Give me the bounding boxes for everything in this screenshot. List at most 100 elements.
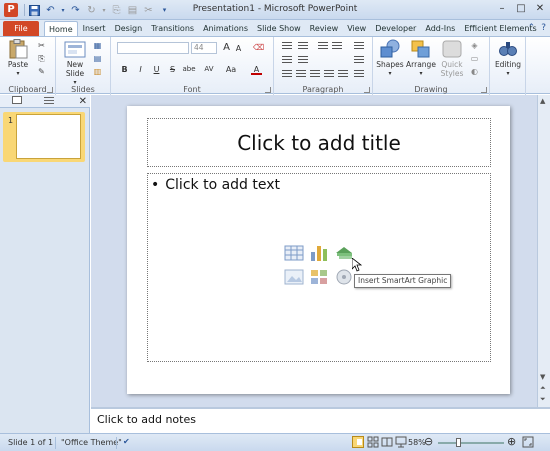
character-spacing-button[interactable]: AV	[201, 64, 217, 75]
insert-media-icon[interactable]	[334, 268, 354, 286]
shape-outline-button[interactable]: ▭	[469, 54, 480, 64]
font-size-dropdown[interactable]: 44	[191, 42, 217, 54]
zoom-in-icon[interactable]: ⊕	[507, 435, 516, 448]
tab-design[interactable]: Design	[111, 21, 147, 36]
underline-button[interactable]: U	[151, 64, 162, 75]
tab-insert[interactable]: Insert	[79, 21, 110, 36]
editing-button[interactable]: Editing ▾	[492, 39, 524, 78]
insert-chart-icon[interactable]	[309, 244, 329, 262]
columns-button[interactable]	[336, 69, 350, 80]
notes-placeholder[interactable]: Click to add notes	[97, 413, 196, 426]
change-case-button[interactable]: Aa	[223, 64, 239, 75]
ribbon: Paste ▾ ✂ ⎘ ✎ Clipboard New Slide ▾ ▦ ▤ …	[0, 36, 550, 95]
clear-formatting-button[interactable]: ⌫	[253, 42, 264, 53]
arrange-icon	[409, 39, 433, 59]
minimize-button[interactable]: –	[495, 2, 509, 15]
font-dialog-launcher[interactable]	[265, 87, 271, 93]
close-button[interactable]: ✕	[533, 2, 547, 15]
tab-home[interactable]: Home	[44, 21, 78, 36]
increase-indent-button[interactable]	[330, 41, 344, 52]
tab-add-ins[interactable]: Add-Ins	[421, 21, 459, 36]
copy-button[interactable]: ⎘	[36, 54, 47, 64]
shape-fill-button[interactable]: ◈	[469, 41, 480, 51]
notes-pane[interactable]: Click to add notes	[91, 407, 550, 433]
shapes-icon	[378, 39, 402, 59]
tab-view[interactable]: View	[343, 21, 370, 36]
shape-effects-button[interactable]: ◐	[469, 67, 480, 77]
minimize-ribbon-icon[interactable]: ⌃	[528, 23, 536, 33]
bold-button[interactable]: B	[119, 64, 130, 75]
insert-picture-icon[interactable]	[284, 268, 304, 286]
close-pane-icon[interactable]: ✕	[79, 95, 87, 108]
slide-canvas[interactable]: Click to add title • Click to add text I…	[127, 106, 510, 394]
italic-button[interactable]: I	[135, 64, 146, 75]
align-left-button[interactable]	[280, 69, 294, 80]
spelling-check-icon[interactable]: ✔	[123, 437, 130, 446]
fit-slide-to-window-icon[interactable]	[522, 436, 534, 450]
paste-button[interactable]: Paste ▾	[4, 39, 32, 78]
line-spacing-button[interactable]	[352, 41, 366, 52]
align-right-button[interactable]	[308, 69, 322, 80]
title-placeholder[interactable]: Click to add title	[147, 118, 491, 167]
shrink-font-button[interactable]: A	[233, 43, 244, 54]
text-columns-button[interactable]	[296, 55, 310, 66]
drawing-dialog-launcher[interactable]	[481, 87, 487, 93]
maximize-button[interactable]: □	[514, 2, 528, 15]
insert-table-icon[interactable]	[284, 244, 304, 262]
numbering-button[interactable]	[296, 41, 310, 52]
scroll-up-arrow-icon[interactable]: ▲	[540, 97, 545, 105]
section-button[interactable]: ▥	[92, 67, 103, 77]
arrange-button[interactable]: Arrange ▾	[405, 39, 437, 78]
normal-view-icon[interactable]	[352, 436, 364, 450]
shadow-button[interactable]: abe	[181, 64, 197, 75]
strikethrough-button[interactable]: S	[167, 64, 178, 75]
cut-button[interactable]: ✂	[36, 41, 47, 51]
quick-styles-button[interactable]: Quick Styles	[437, 39, 467, 78]
font-name-dropdown[interactable]	[117, 42, 189, 54]
paragraph-dialog-launcher[interactable]	[364, 87, 370, 93]
vertical-scrollbar[interactable]: ▲ ▼ ⏶ ⏷	[537, 95, 550, 407]
theme-status[interactable]: "Office Theme"	[61, 438, 122, 447]
clipboard-dialog-launcher[interactable]	[47, 87, 53, 93]
content-placeholder-text: • Click to add text	[151, 177, 280, 193]
tab-review[interactable]: Review	[306, 21, 343, 36]
zoom-slider-thumb[interactable]	[456, 438, 461, 447]
zoom-out-icon[interactable]: ⊖	[424, 435, 433, 448]
shapes-button[interactable]: Shapes ▾	[375, 39, 405, 78]
smartart-tooltip: Insert SmartArt Graphic	[354, 274, 452, 288]
previous-slide-icon[interactable]: ⏶	[540, 384, 546, 393]
new-slide-button[interactable]: New Slide ▾	[60, 39, 90, 87]
grow-font-button[interactable]: A	[221, 42, 232, 53]
text-direction-button[interactable]	[352, 55, 366, 66]
tab-developer[interactable]: Developer	[371, 21, 420, 36]
tab-file[interactable]: File	[3, 21, 39, 36]
slide-sorter-view-icon[interactable]	[367, 436, 379, 450]
align-text-button[interactable]	[352, 69, 366, 80]
slide-thumbnail[interactable]	[16, 114, 81, 159]
scroll-down-arrow-icon[interactable]: ▼	[540, 373, 545, 381]
insert-clip-art-icon[interactable]	[309, 268, 329, 286]
outline-tab[interactable]	[34, 96, 64, 107]
help-icon[interactable]: ?	[541, 23, 546, 33]
zoom-slider[interactable]	[438, 438, 504, 447]
convert-to-smartart-button[interactable]	[280, 55, 294, 66]
content-placeholder[interactable]: • Click to add text Insert SmartArt Grap…	[147, 173, 491, 362]
justify-button[interactable]	[322, 69, 336, 80]
tab-transitions[interactable]: Transitions	[147, 21, 198, 36]
insert-smartart-icon[interactable]	[334, 244, 354, 262]
tab-animations[interactable]: Animations	[199, 21, 252, 36]
format-painter-button[interactable]: ✎	[36, 67, 47, 77]
center-button[interactable]	[294, 69, 308, 80]
slides-tab[interactable]	[2, 96, 32, 107]
reset-button[interactable]: ▤	[92, 54, 103, 64]
next-slide-icon[interactable]: ⏷	[540, 395, 546, 404]
tab-slide-show[interactable]: Slide Show	[253, 21, 305, 36]
decrease-indent-button[interactable]	[316, 41, 330, 52]
reading-view-icon[interactable]	[381, 436, 393, 450]
slide-editing-area: Click to add title • Click to add text I…	[91, 95, 550, 407]
slide-show-view-icon[interactable]	[395, 436, 407, 450]
bullets-button[interactable]	[280, 41, 294, 52]
font-color-button[interactable]: A	[251, 64, 262, 75]
layout-button[interactable]: ▦	[92, 41, 103, 51]
slide-count-status[interactable]: Slide 1 of 1	[8, 438, 53, 447]
